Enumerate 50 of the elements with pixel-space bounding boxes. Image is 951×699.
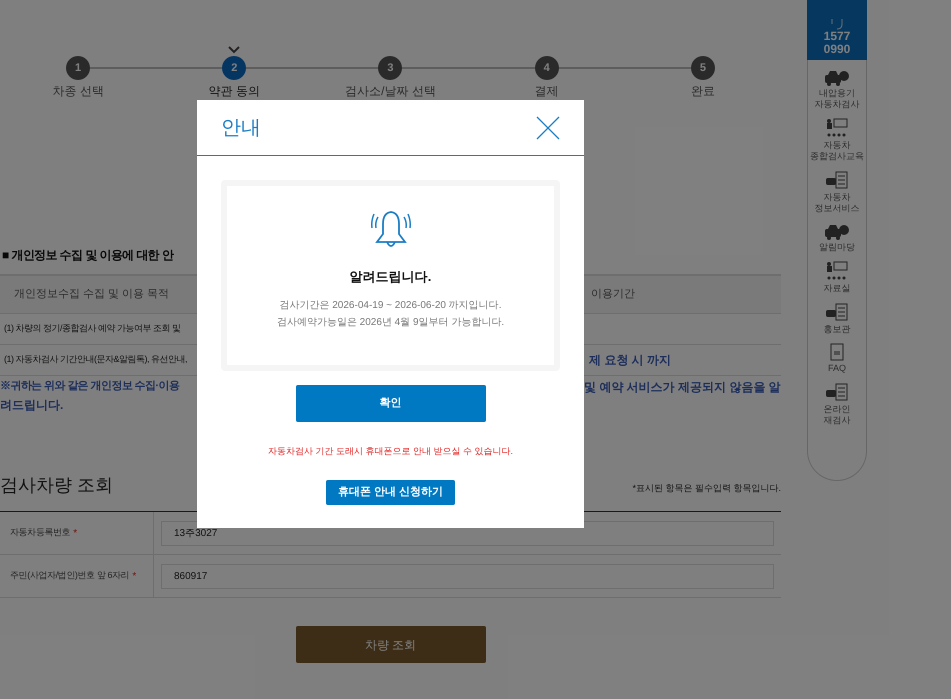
notice-text: ※귀하는 위와 같은 개인정보 수집·이용 [0, 379, 180, 394]
notebook-icon [830, 343, 844, 361]
phone-number: 0990 [824, 43, 850, 56]
check-icon [228, 46, 240, 54]
quick-menu-item[interactable]: 자동차 종합검사교육 [808, 118, 866, 162]
field-label: 자동차등록번호 [10, 526, 70, 540]
required-note: *표시된 항목은 필수입력 항목입니다. [632, 482, 781, 494]
input-field[interactable]: 860917 [161, 564, 774, 588]
quick-menu-item[interactable]: 홍보관 [808, 302, 866, 335]
teacher-icon [825, 261, 849, 281]
confirm-button[interactable]: 확인 [296, 385, 486, 422]
required-mark: * [132, 570, 136, 584]
car-checklist-icon [825, 302, 849, 322]
message-text: 검사기간은 2026-04-19 ~ 2026-06-20 까지입니다. [279, 298, 502, 312]
section-title: 검사차량 조회 [0, 474, 114, 497]
phone-number: 1577 [824, 30, 850, 43]
quick-menu-item[interactable]: 알림마당 [808, 222, 866, 253]
quick-menu-item[interactable]: FAQ [808, 343, 866, 374]
step-label: 약관 동의 [208, 83, 260, 100]
car-icon [824, 222, 850, 240]
car-checklist-icon [825, 170, 849, 190]
sms-notice: 자동차검사 기간 도래시 휴대폰으로 안내 받으실 수 있습니다. [266, 445, 514, 458]
quick-menu-item[interactable]: 자동차 정보서비스 [808, 170, 866, 214]
teacher-icon [825, 118, 849, 138]
table-header: 개인정보수집 수집 및 이용 목적 [13, 287, 170, 302]
table-header: 이용기간 [591, 287, 636, 302]
search-button[interactable]: 차량 조회 [296, 626, 486, 663]
message-heading: 알려드립니다. [350, 268, 432, 286]
notice-text: 및 예약 서비스가 제공되지 않음을 알 [584, 379, 781, 396]
close-button[interactable] [536, 116, 560, 140]
quick-menu-item[interactable]: 온라인 재검사 [808, 382, 866, 426]
section-title: ■ 개인정보 수집 및 이용에 대한 안 [1, 247, 174, 264]
step-label: 검사소/날짜 선택 [345, 83, 436, 100]
table-cell-text: (1) 차량의 정기/종합검사 예약 가능여부 조회 및 [3, 322, 181, 336]
required-mark: * [73, 526, 78, 540]
step-label: 결제 [534, 83, 559, 100]
modal-title: 안내 [221, 116, 261, 140]
car-checklist-icon [825, 382, 849, 402]
field-label: 주민(사업자/법인)번호 앞 6자리 [10, 569, 130, 582]
car-icon [824, 68, 850, 86]
close-icon [536, 116, 560, 140]
message-text: 검사예약가능일은 2026년 4월 9일부터 가능합니다. [276, 316, 504, 330]
quick-menu-item[interactable]: 자료실 [808, 261, 866, 294]
step-label: 차종 선택 [52, 83, 104, 100]
quick-menu-item[interactable]: 내압용기 자동차검사 [808, 68, 866, 110]
table-cell-text: 제 요청 시 까지 [589, 352, 672, 369]
notice-text: 려드립니다. [0, 397, 64, 414]
step-label: 완료 [690, 83, 715, 100]
table-cell-text: (1) 자동차검사 기간안내(문자&알림톡), 유선안내, [3, 353, 187, 366]
sms-apply-button[interactable]: 휴대폰 안내 신청하기 [326, 480, 456, 504]
